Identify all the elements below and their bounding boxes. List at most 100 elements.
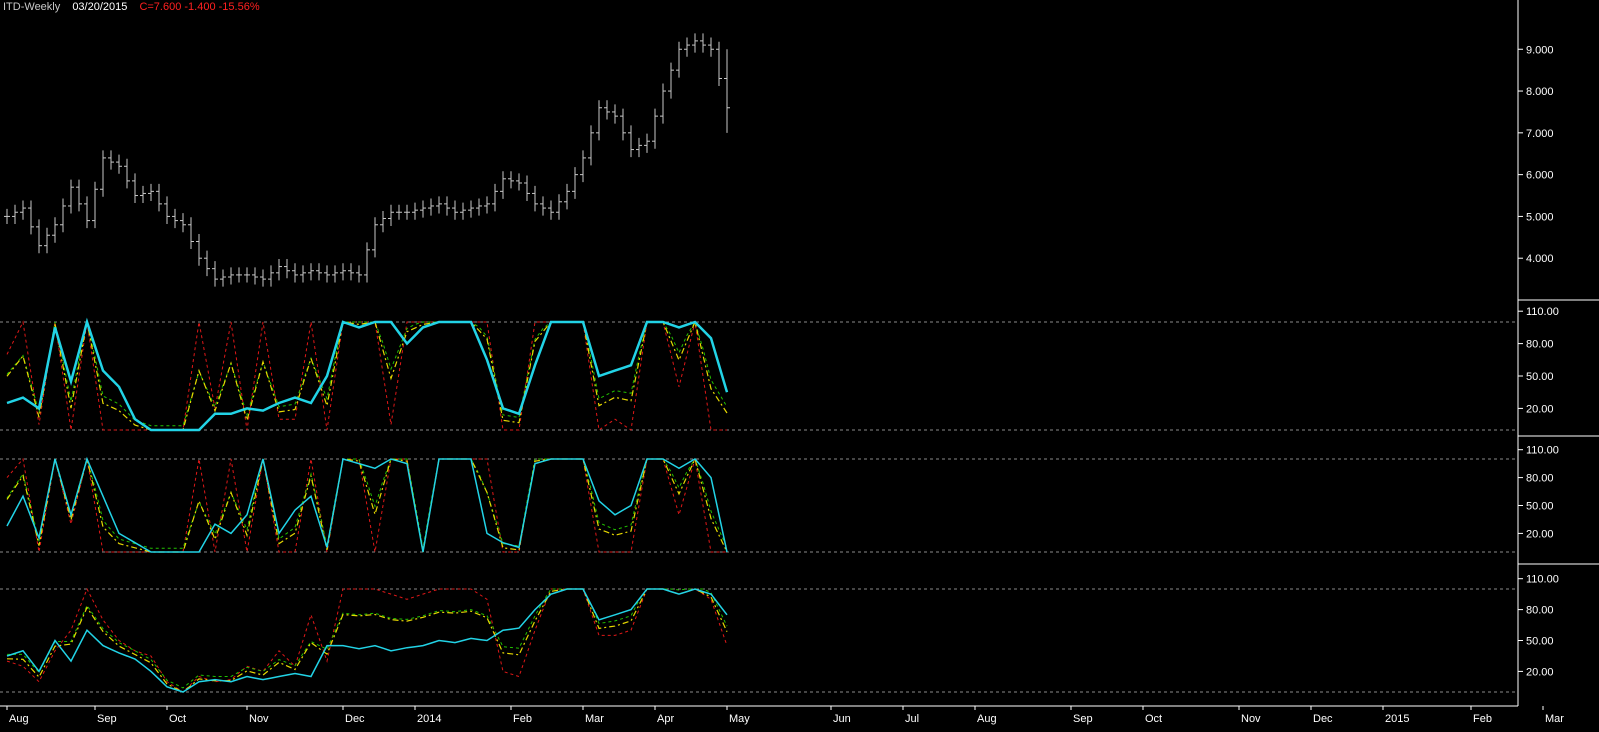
price-bar xyxy=(548,200,554,220)
price-bar xyxy=(492,183,498,212)
green-series-line xyxy=(7,588,728,689)
yellow-series-line xyxy=(6,588,728,693)
price-bar xyxy=(308,263,314,281)
price-bar xyxy=(20,200,26,220)
x-tick-label: 2015 xyxy=(1385,713,1409,725)
price-bar xyxy=(692,33,698,53)
price-bar xyxy=(172,208,178,229)
indicator-tick-label: 20.00 xyxy=(1526,528,1554,540)
price-bar xyxy=(532,185,538,212)
price-bar xyxy=(516,173,522,191)
price-bar xyxy=(292,263,298,283)
price-bar xyxy=(276,259,282,281)
yellow-series-line xyxy=(6,457,728,553)
x-tick-label: Dec xyxy=(345,713,365,725)
price-bar xyxy=(356,265,362,283)
x-tick-label: Aug xyxy=(977,713,997,725)
price-bar xyxy=(428,198,434,216)
price-bar xyxy=(220,269,226,287)
indicator-tick-label: 50.00 xyxy=(1526,636,1554,648)
price-bar xyxy=(236,267,242,283)
price-bar xyxy=(396,204,402,220)
price-bar xyxy=(556,194,562,220)
price-bar xyxy=(252,267,258,285)
price-bar xyxy=(484,196,490,214)
price-bar xyxy=(620,108,626,141)
price-bar xyxy=(364,242,370,283)
price-bar xyxy=(604,100,610,120)
price-bar xyxy=(372,217,378,258)
price-bar xyxy=(348,263,354,281)
price-bar xyxy=(652,108,658,149)
indicator-tick-label: 80.00 xyxy=(1526,473,1554,485)
x-tick-label: Jun xyxy=(833,713,851,725)
indicator-tick-label: 80.00 xyxy=(1526,339,1554,351)
price-bar xyxy=(668,62,674,99)
price-bar xyxy=(188,217,194,250)
x-tick-label: Oct xyxy=(1145,713,1162,725)
price-bar xyxy=(612,104,618,124)
price-bar xyxy=(300,265,306,283)
price-bar xyxy=(244,267,250,283)
price-bar xyxy=(124,158,130,189)
price-bar xyxy=(596,100,602,141)
price-bar xyxy=(156,183,162,212)
indicator-tick-label: 50.00 xyxy=(1526,501,1554,513)
price-bar xyxy=(68,179,74,214)
price-bar xyxy=(284,259,290,279)
price-bar xyxy=(412,202,418,220)
price-bar xyxy=(716,41,722,87)
price-bar xyxy=(700,33,706,53)
price-bar xyxy=(476,198,482,216)
price-bar xyxy=(268,265,274,287)
price-tick-label: 7.000 xyxy=(1526,128,1554,140)
x-tick-label: Mar xyxy=(1545,713,1564,725)
indicator-tick-label: 110.00 xyxy=(1526,306,1559,318)
price-bar xyxy=(340,263,346,281)
price-bar xyxy=(228,267,234,285)
x-tick-label: 2014 xyxy=(417,713,441,725)
x-tick-label: Sep xyxy=(1073,713,1093,725)
price-bar xyxy=(684,37,690,57)
price-bar xyxy=(316,263,322,281)
price-bar xyxy=(628,125,634,158)
x-tick-label: Jul xyxy=(905,713,919,725)
price-bar xyxy=(76,179,82,212)
price-bar xyxy=(36,219,42,254)
x-tick-label: Sep xyxy=(97,713,117,725)
price-bar xyxy=(12,204,18,224)
x-tick-label: Feb xyxy=(513,713,532,725)
price-bar xyxy=(324,265,330,283)
price-bar xyxy=(404,204,410,220)
price-bar xyxy=(116,154,122,174)
price-bar xyxy=(580,150,586,183)
yellow-series-line xyxy=(6,320,728,431)
price-bar xyxy=(332,265,338,283)
weekly-chart[interactable]: 4.000 5.000 6.000 7.000 8.000 9.000 20.00 50.00… xyxy=(0,0,1599,732)
price-bar xyxy=(436,196,442,214)
price-bar xyxy=(540,196,546,216)
x-tick-label: Dec xyxy=(1313,713,1333,725)
indicator-tick-label: 20.00 xyxy=(1526,403,1554,415)
price-tick-label: 8.000 xyxy=(1526,86,1554,98)
price-bar xyxy=(4,208,10,224)
price-bar xyxy=(500,171,506,199)
price-bar xyxy=(92,181,98,229)
price-bar xyxy=(460,202,466,220)
price-bar xyxy=(212,261,218,287)
indicator-tick-label: 20.00 xyxy=(1526,666,1554,678)
price-bar xyxy=(140,185,146,204)
price-bar xyxy=(260,269,266,287)
x-tick-label: Apr xyxy=(657,713,674,725)
x-tick-label: Feb xyxy=(1473,713,1492,725)
price-tick-label: 4.000 xyxy=(1526,253,1554,265)
price-bar xyxy=(660,83,666,124)
price-bar xyxy=(164,196,170,224)
price-bar xyxy=(524,175,530,201)
red-series-line xyxy=(6,587,728,693)
price-bar xyxy=(44,227,50,254)
price-bar xyxy=(636,137,642,158)
price-bar xyxy=(572,167,578,199)
indicator-tick-label: 110.00 xyxy=(1526,574,1559,586)
price-bar xyxy=(420,200,426,218)
